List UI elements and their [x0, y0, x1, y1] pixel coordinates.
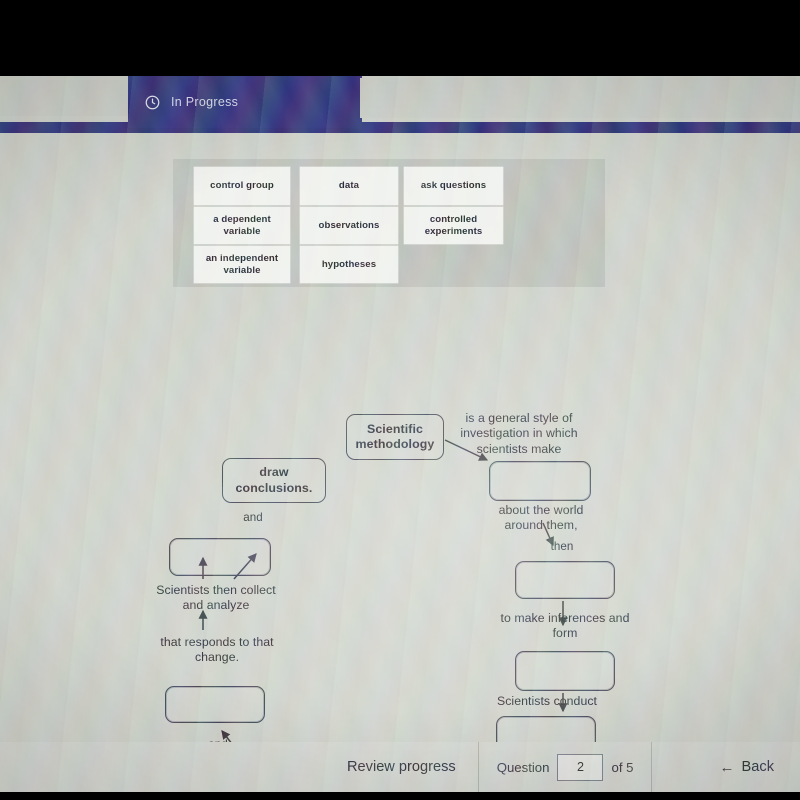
word-bank-tile[interactable]: controlled experiments [404, 207, 503, 244]
question-number-value: 2 [576, 760, 584, 774]
question-total-label: of 5 [611, 759, 634, 775]
map-label-scientists-conduct: Scientists conduct [496, 694, 597, 708]
word-bank-tile[interactable]: ask questions [404, 167, 503, 205]
map-label-about-world: about the world around them, [498, 503, 584, 533]
question-prefix-label: Question [496, 759, 550, 775]
drop-zone-blank-left-lower[interactable] [165, 686, 265, 723]
back-arrow-icon: ← [719, 758, 735, 776]
map-label-scientists-collect: Scientists then collect and analyze [156, 583, 276, 613]
review-progress-button[interactable]: Review progress [325, 742, 479, 792]
screen-capture: In Progress control group data ask questio… [0, 76, 800, 792]
question-number-input[interactable]: 2 [557, 753, 604, 781]
word-bank-tile[interactable]: data [300, 167, 398, 205]
word-bank-tile[interactable]: control group [194, 167, 290, 205]
header-left-tab [0, 80, 133, 116]
word-bank-tile[interactable]: hypotheses [300, 246, 398, 283]
question-workspace: control group data ask questions a dependen… [0, 133, 800, 792]
header-right-panel [360, 78, 800, 118]
back-button[interactable]: ← Back [698, 742, 800, 792]
photo-frame: In Progress control group data ask questio… [0, 0, 800, 800]
concept-node-draw-conclusions[interactable]: draw conclusions. [222, 458, 326, 503]
word-bank-tile[interactable]: observations [300, 207, 398, 244]
status-label: In Progress [171, 95, 239, 109]
word-bank-tile[interactable]: a dependent variable [194, 207, 290, 244]
clock-icon [145, 95, 160, 109]
word-bank-tile[interactable]: an independent variable [194, 246, 290, 283]
question-navigator: Question 2 of 5 [479, 742, 653, 792]
word-bank: control group data ask questions a dependen… [173, 159, 605, 287]
map-label-general-style: is a general style of investigation in w… [460, 411, 578, 456]
drop-zone-blank-observations[interactable] [489, 461, 591, 501]
review-progress-label: Review progress [347, 759, 456, 775]
status-banner: In Progress [128, 76, 362, 128]
concept-node-scientific-methodology[interactable]: Scientific methodology [346, 414, 444, 460]
back-label: Back [741, 759, 774, 775]
app-header: In Progress [0, 76, 800, 128]
bottom-toolbar: Review progress Question 2 of 5 ← Back [0, 742, 800, 792]
map-label-responds-change: that responds to that change. [160, 635, 274, 665]
map-label-and-upper-left: and [243, 511, 263, 524]
drop-zone-blank-left-upper[interactable] [169, 538, 271, 576]
map-label-then: then [550, 540, 574, 553]
map-label-to-make-inferences: to make inferences and form [500, 611, 630, 641]
drop-zone-blank-then[interactable] [515, 561, 615, 599]
drop-zone-blank-inferences[interactable] [515, 651, 615, 691]
